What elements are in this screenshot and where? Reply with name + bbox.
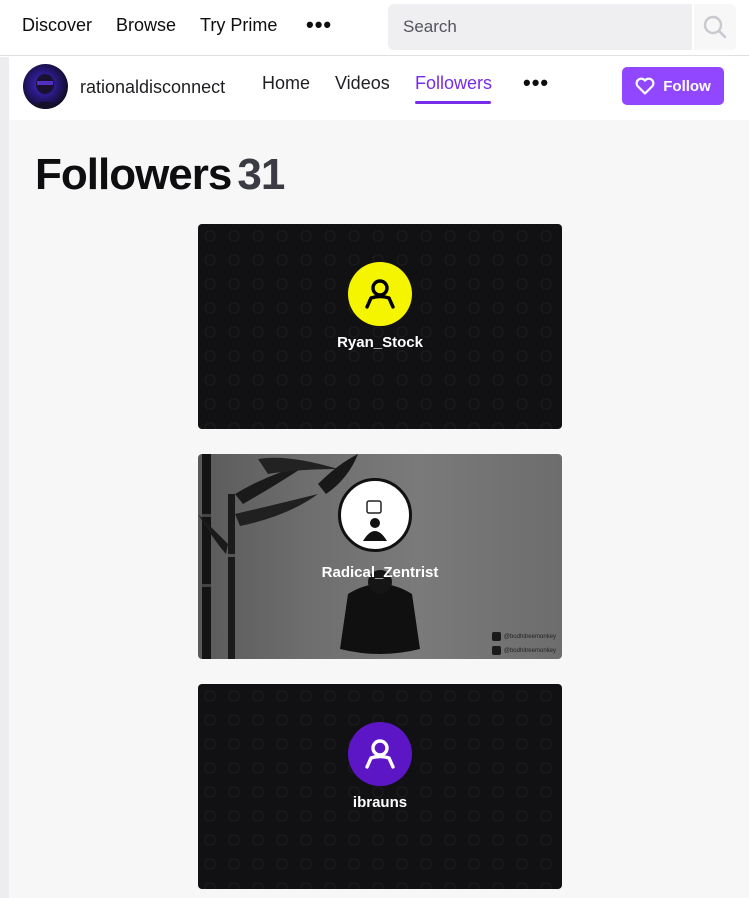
tab-videos[interactable]: Videos [335,73,390,94]
follower-card[interactable]: Radical_Zentrist @bodhitreemonkey @bodhi… [198,454,562,659]
page-title-text: Followers [35,150,232,199]
search-bar [388,4,736,50]
page-title: Followers 31 [35,150,285,200]
search-icon [703,15,727,39]
user-avatar [348,722,412,786]
channel-avatar-image [31,74,59,109]
channel-more-menu-icon[interactable]: ••• [523,70,549,96]
user-avatar [348,262,412,326]
search-button[interactable] [692,4,736,50]
tab-followers[interactable]: Followers [415,73,492,94]
active-tab-indicator [415,101,491,104]
follower-username[interactable]: Radical_Zentrist [198,564,562,581]
follower-card[interactable]: Ryan_Stock [198,224,562,429]
heart-icon [635,77,655,95]
user-icon [365,739,395,769]
social-handle-text: @bodhitreemonkey [503,633,556,640]
channel-name[interactable]: rationaldisconnect [80,77,225,98]
social-handle-row: @bodhitreemonkey [491,646,556,655]
nav-browse-link[interactable]: Browse [116,15,176,36]
user-icon [365,279,395,309]
twitter-icon [491,646,501,655]
nav-more-menu-icon[interactable]: ••• [306,12,332,38]
left-gutter [0,57,9,898]
follower-count: 31 [237,150,285,199]
follower-username[interactable]: Ryan_Stock [198,334,562,351]
top-navigation: Discover Browse Try Prime ••• [0,0,749,56]
nav-discover-link[interactable]: Discover [22,15,92,36]
social-handle-row: @bodhitreemonkey [491,632,556,641]
channel-header: rationaldisconnect Home Videos Followers… [9,57,749,120]
search-input[interactable] [388,4,690,50]
tab-home[interactable]: Home [262,73,310,94]
zen-avatar-image [345,485,405,545]
nav-try-prime-link[interactable]: Try Prime [200,15,277,36]
follower-card[interactable]: ibrauns [198,684,562,889]
channel-avatar[interactable] [23,64,68,109]
follow-button-label: Follow [663,77,711,95]
user-avatar [338,478,412,552]
instagram-icon [491,632,501,641]
follow-button[interactable]: Follow [622,67,724,105]
follower-username[interactable]: ibrauns [198,794,562,811]
social-handle-text: @bodhitreemonkey [503,647,556,654]
